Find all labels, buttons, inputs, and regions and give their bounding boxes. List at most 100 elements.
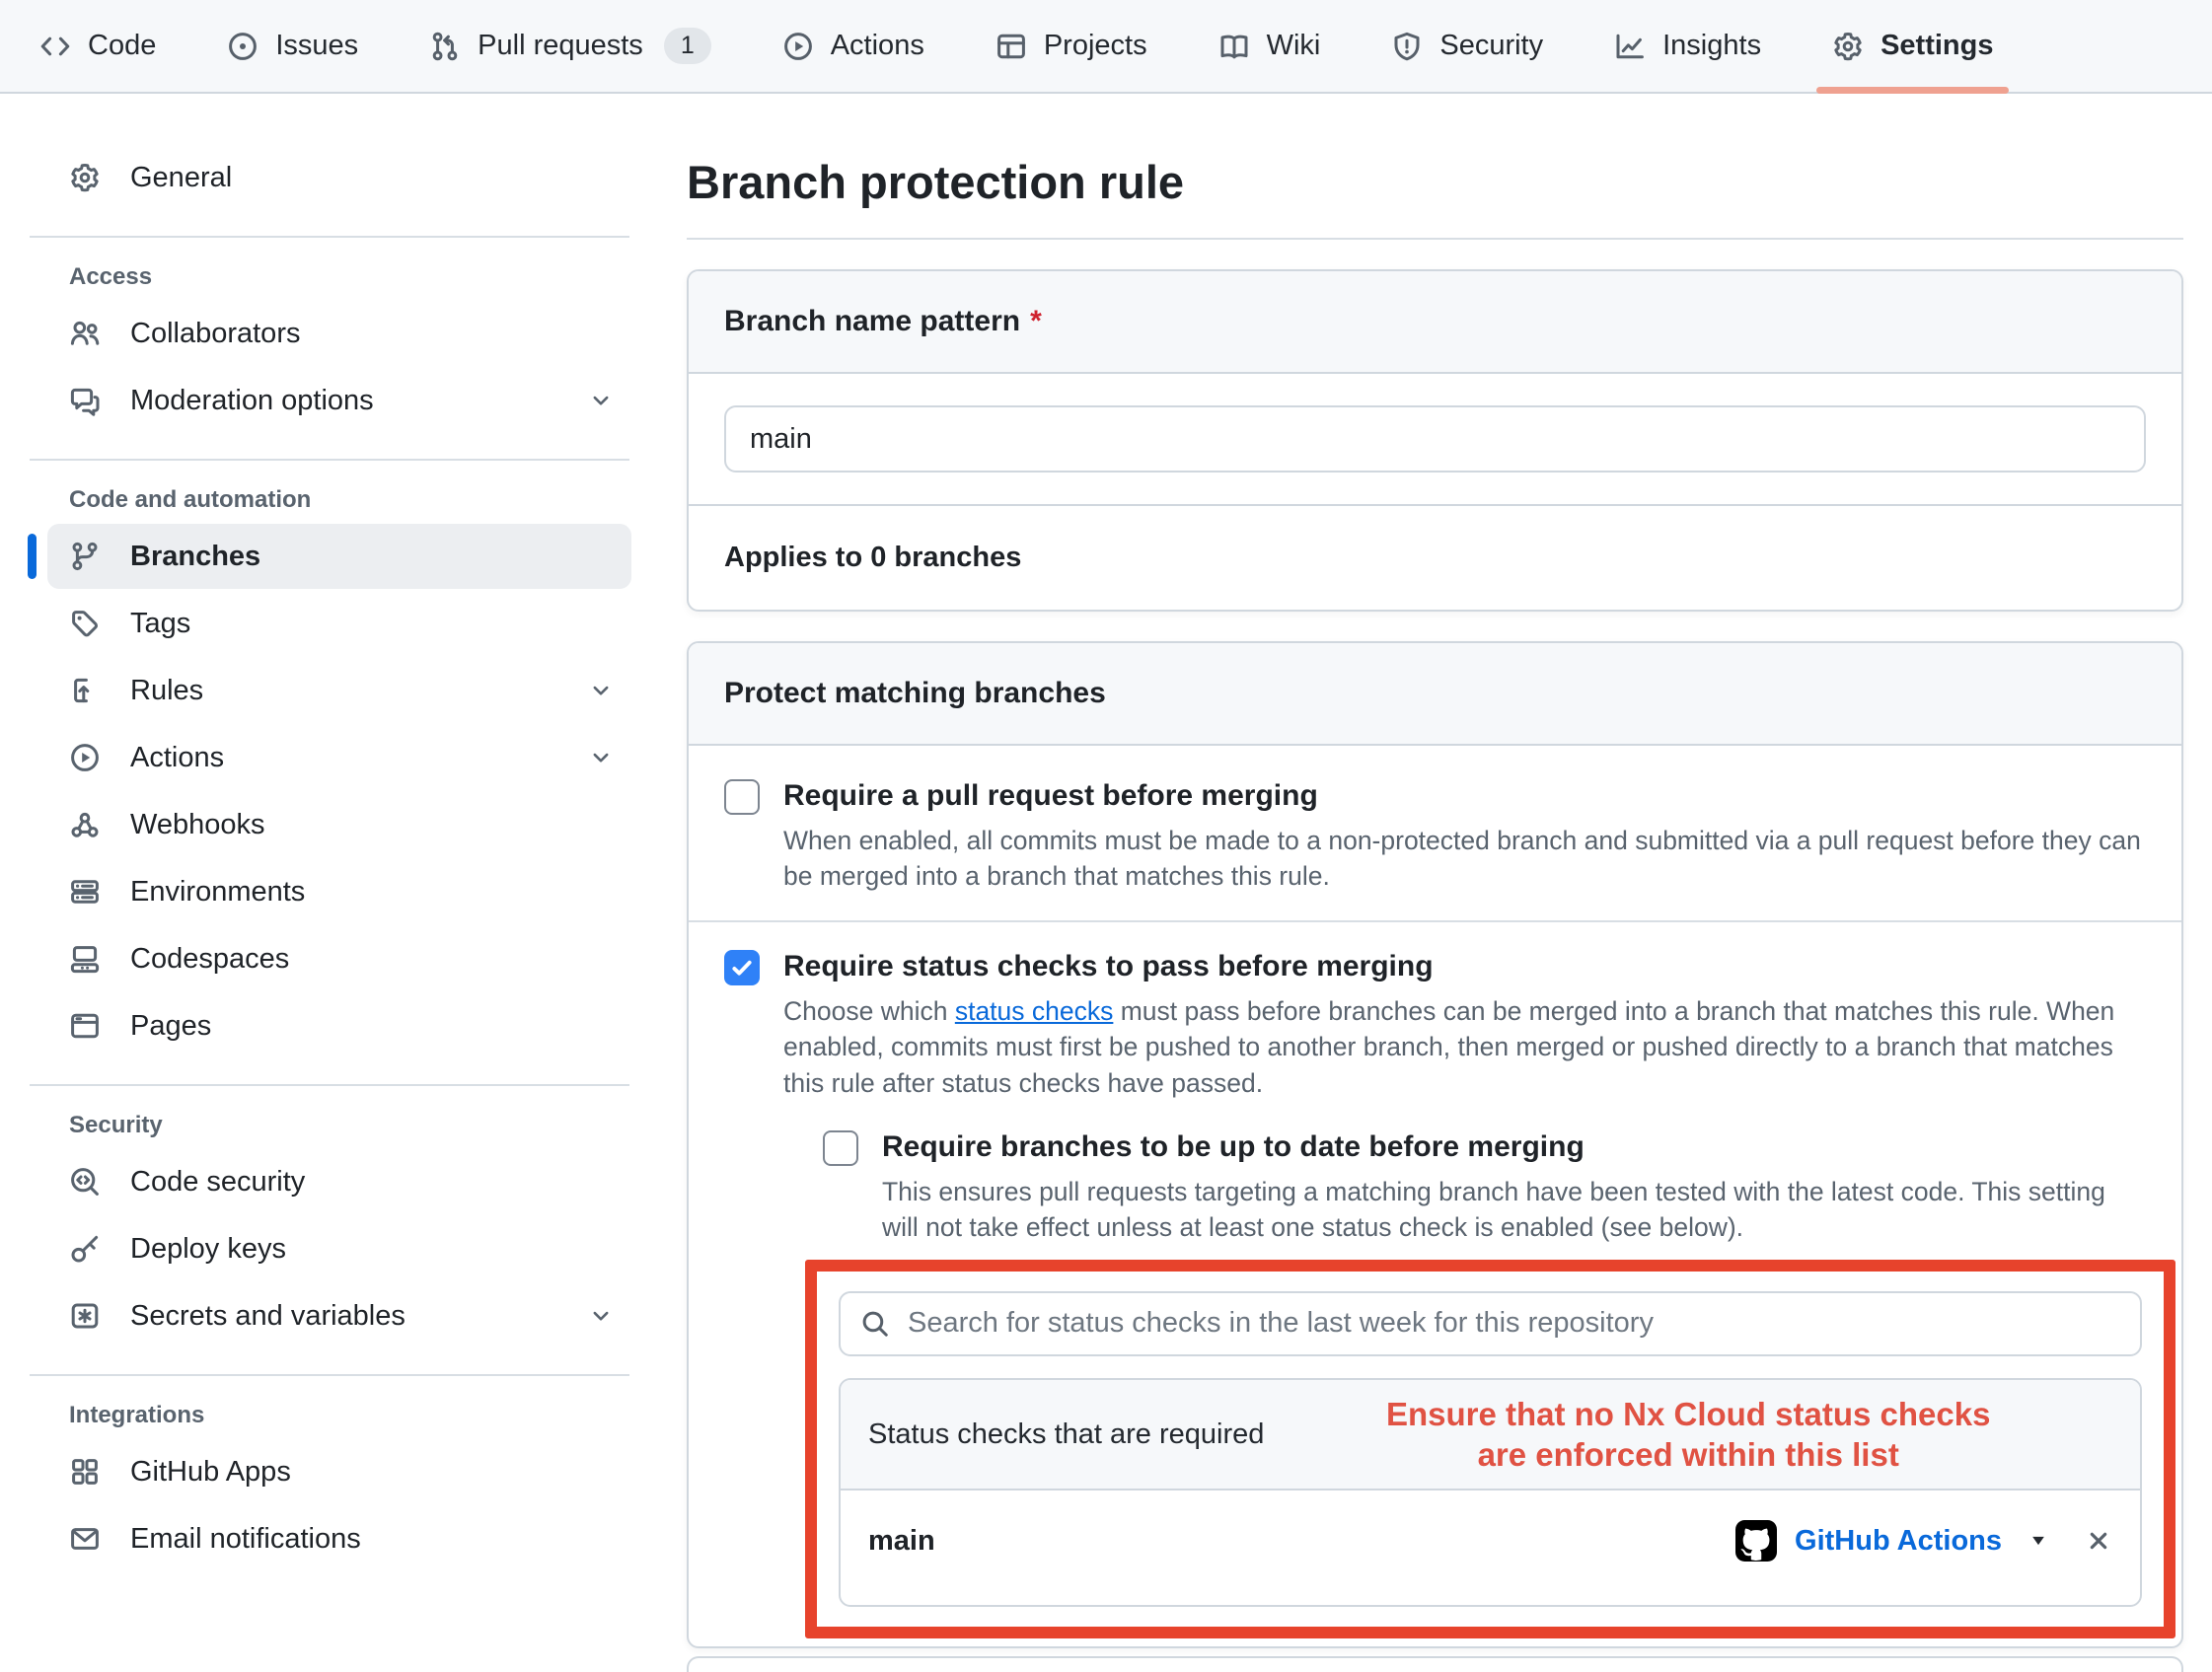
sidebar-item-collaborators[interactable]: Collaborators xyxy=(47,301,631,366)
chevron-down-icon[interactable] xyxy=(588,745,614,770)
graph-icon xyxy=(1614,31,1646,62)
page-title: Branch protection rule xyxy=(687,155,2183,210)
tab-actions[interactable]: Actions xyxy=(773,0,934,92)
comment-discussion-icon xyxy=(69,385,101,416)
play-icon xyxy=(782,31,814,62)
sidebar-item-moderation-options[interactable]: Moderation options xyxy=(47,368,631,433)
sidebar-item-general[interactable]: General xyxy=(47,145,631,210)
chevron-down-icon[interactable] xyxy=(588,388,614,413)
browser-icon xyxy=(69,1010,101,1042)
tab-security[interactable]: Security xyxy=(1381,0,1553,92)
git-branch-icon xyxy=(69,541,101,572)
server-icon xyxy=(69,876,101,908)
option-require-status-checks: Require status checks to pass before mer… xyxy=(724,948,2146,1642)
require-status-checks-checkbox[interactable] xyxy=(724,950,760,985)
protect-matching-branches-card: Protect matching branches Require a pull… xyxy=(687,641,2183,1648)
require-pull-request-checkbox[interactable] xyxy=(724,779,760,815)
required-status-checks-list: Status checks that are required Ensure t… xyxy=(839,1378,2142,1608)
sidebar-item-rules[interactable]: Rules xyxy=(47,658,631,723)
status-check-name: main xyxy=(868,1525,935,1558)
option-label: Require a pull request before merging xyxy=(783,777,2146,815)
play-icon xyxy=(69,742,101,773)
tab-issues[interactable]: Issues xyxy=(217,0,368,92)
sidebar-section-title-code-automation: Code and automation xyxy=(69,486,631,514)
tab-label: Pull requests xyxy=(478,30,643,62)
sidebar-item-label: Codespaces xyxy=(130,943,289,976)
option-text: Require a pull request before merging Wh… xyxy=(783,777,2146,895)
sidebar-item-label: Environments xyxy=(130,876,305,909)
tab-insights[interactable]: Insights xyxy=(1604,0,1771,92)
sidebar-item-label: Code security xyxy=(130,1166,305,1199)
tab-label: Projects xyxy=(1044,30,1147,62)
codespaces-icon xyxy=(69,943,101,975)
gear-icon xyxy=(1832,31,1864,62)
branch-name-pattern-input[interactable] xyxy=(724,405,2146,473)
option-description: When enabled, all commits must be made t… xyxy=(783,823,2146,895)
sidebar-item-label: Tags xyxy=(130,608,190,640)
tab-label: Security xyxy=(1439,30,1543,62)
sidebar-section-title-integrations: Integrations xyxy=(69,1402,631,1429)
section-divider xyxy=(689,920,2181,922)
sidebar-section-title-access: Access xyxy=(69,263,631,291)
tab-wiki[interactable]: Wiki xyxy=(1209,0,1331,92)
sidebar-item-branches[interactable]: Branches xyxy=(47,524,631,589)
branch-name-pattern-card: Branch name pattern* Applies to 0 branch… xyxy=(687,269,2183,612)
chevron-down-icon[interactable] xyxy=(588,678,614,703)
tab-pull-requests[interactable]: Pull requests 1 xyxy=(419,0,721,92)
title-divider xyxy=(687,238,2183,240)
sidebar-item-label: Secrets and variables xyxy=(130,1300,406,1333)
sidebar-item-actions[interactable]: Actions xyxy=(47,725,631,790)
tab-label: Code xyxy=(88,30,156,62)
tab-label: Wiki xyxy=(1267,30,1321,62)
sidebar-item-code-security[interactable]: Code security xyxy=(47,1149,631,1214)
tab-label: Issues xyxy=(275,30,358,62)
option-text: Require status checks to pass before mer… xyxy=(783,948,2146,1642)
sidebar-item-deploy-keys[interactable]: Deploy keys xyxy=(47,1216,631,1281)
remove-status-check-icon[interactable] xyxy=(2085,1527,2112,1555)
tag-icon xyxy=(69,608,101,639)
spacer xyxy=(783,1638,2146,1642)
table-icon xyxy=(995,31,1027,62)
sidebar-item-secrets-variables[interactable]: Secrets and variables xyxy=(47,1283,631,1348)
sidebar-item-environments[interactable]: Environments xyxy=(47,859,631,924)
chevron-down-icon[interactable] xyxy=(588,1303,614,1329)
apps-icon xyxy=(69,1456,101,1488)
pull-requests-count-badge: 1 xyxy=(664,28,711,64)
people-icon xyxy=(69,318,101,349)
rules-icon xyxy=(69,675,101,706)
provider-link[interactable]: GitHub Actions xyxy=(1795,1525,2002,1558)
option-label: Require branches to be up to date before… xyxy=(882,1128,2146,1166)
sidebar-item-label: Email notifications xyxy=(130,1523,361,1556)
tab-label: Settings xyxy=(1880,30,1993,62)
book-icon xyxy=(1218,31,1250,62)
protect-matching-branches-body: Require a pull request before merging Wh… xyxy=(689,746,2181,1646)
webhook-icon xyxy=(69,809,101,840)
sidebar-item-label: General xyxy=(130,162,232,194)
tab-settings[interactable]: Settings xyxy=(1822,0,2003,92)
sidebar-item-label: Rules xyxy=(130,675,203,707)
sidebar-item-codespaces[interactable]: Codespaces xyxy=(47,926,631,991)
sidebar-item-label: Pages xyxy=(130,1010,211,1043)
tab-projects[interactable]: Projects xyxy=(986,0,1157,92)
tab-code[interactable]: Code xyxy=(30,0,166,92)
dropdown-caret-icon[interactable] xyxy=(2028,1534,2049,1548)
status-checks-search-input[interactable] xyxy=(906,1306,2120,1341)
sidebar-divider xyxy=(30,1374,629,1376)
sidebar-item-webhooks[interactable]: Webhooks xyxy=(47,792,631,857)
sidebar-item-tags[interactable]: Tags xyxy=(47,591,631,656)
sidebar-item-pages[interactable]: Pages xyxy=(47,993,631,1058)
require-up-to-date-checkbox[interactable] xyxy=(823,1130,858,1166)
option-label: Require status checks to pass before mer… xyxy=(783,948,2146,985)
sidebar-item-github-apps[interactable]: GitHub Apps xyxy=(47,1439,631,1504)
sidebar-divider xyxy=(30,236,629,238)
annotation-highlight-box: Status checks that are required Ensure t… xyxy=(805,1260,2175,1639)
tab-label: Actions xyxy=(831,30,924,62)
status-checks-link[interactable]: status checks xyxy=(955,996,1114,1026)
search-icon xyxy=(860,1309,890,1339)
github-logo-icon xyxy=(1735,1520,1777,1562)
sidebar-item-email-notifications[interactable]: Email notifications xyxy=(47,1506,631,1571)
sidebar-item-label: Collaborators xyxy=(130,318,300,350)
settings-sidebar: General Access Collaborators Moderation … xyxy=(0,94,651,1573)
sidebar-divider xyxy=(30,459,629,461)
repo-tab-bar: Code Issues Pull requests 1 Actions Proj… xyxy=(0,0,2212,94)
